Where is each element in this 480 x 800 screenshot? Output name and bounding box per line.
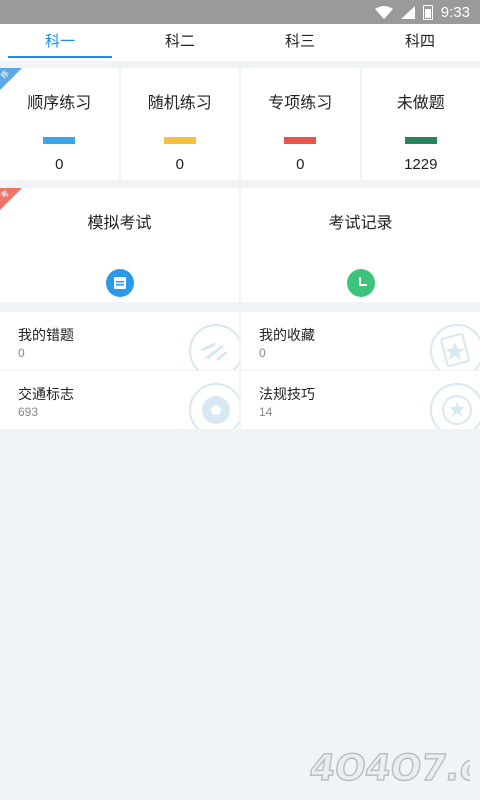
practice-count: 0: [55, 156, 64, 173]
signal-icon: [400, 5, 415, 19]
exam-records-card[interactable]: 考试记录: [241, 188, 480, 302]
grid-count: 693: [18, 405, 39, 419]
battery-icon: [422, 4, 433, 20]
practice-section: 练 顺序练习 0 随机练习 0 专项练习 0 未做题 1229: [0, 68, 480, 180]
traffic-sign-gear-icon: [189, 383, 239, 429]
grid-title: 法规技巧: [259, 387, 315, 403]
grid-title: 我的错题: [18, 328, 74, 344]
mock-exam-card[interactable]: 考 模拟考试: [0, 188, 239, 302]
tab-subject-2[interactable]: 科二: [120, 24, 240, 61]
site-watermark-logo: 4O4O7.com: [310, 745, 470, 789]
shortcut-grid: 我的错题 0 我的收藏 0 交通标志 693 法规技巧 14: [0, 312, 480, 429]
practice-color-bar: [404, 137, 437, 144]
practice-count: 0: [175, 156, 184, 173]
tab-active-indicator: [8, 56, 112, 58]
practice-count: 1229: [404, 156, 438, 173]
wrong-questions-card[interactable]: 我的错题 0: [0, 312, 239, 370]
practice-title: 未做题: [396, 93, 445, 112]
status-bar: 9:33: [0, 0, 480, 24]
regulation-tips-icon: [430, 383, 480, 429]
favorites-star-icon: [430, 324, 480, 370]
tab-subject-4[interactable]: 科四: [360, 24, 480, 61]
practice-title: 顺序练习: [27, 93, 92, 112]
grid-count: 0: [18, 346, 25, 360]
subject-tabs: 科一 科二 科三 科四: [0, 24, 480, 61]
practice-color-bar: [163, 137, 196, 144]
random-practice-card[interactable]: 随机练习 0: [120, 68, 239, 180]
practice-title: 随机练习: [147, 93, 212, 112]
grid-count: 14: [259, 405, 273, 419]
regulation-tips-card[interactable]: 法规技巧 14: [241, 371, 480, 429]
exam-section: 考 模拟考试 考试记录: [0, 188, 480, 302]
grid-title: 交通标志: [18, 387, 74, 403]
practice-color-bar: [284, 137, 317, 144]
practice-count: 0: [296, 156, 305, 173]
grid-count: 0: [259, 346, 266, 360]
practice-color-bar: [43, 137, 76, 144]
wrong-questions-icon: [189, 324, 239, 370]
tab-subject-3[interactable]: 科三: [240, 24, 360, 61]
wifi-icon: [374, 5, 393, 19]
topic-practice-card[interactable]: 专项练习 0: [241, 68, 360, 180]
traffic-signs-card[interactable]: 交通标志 693: [0, 371, 239, 429]
sequential-practice-card[interactable]: 练 顺序练习 0: [0, 68, 119, 180]
grid-title: 我的收藏: [259, 328, 315, 344]
favorites-card[interactable]: 我的收藏 0: [241, 312, 480, 370]
exam-records-title: 考试记录: [328, 213, 393, 232]
status-time: 9:33: [440, 3, 470, 21]
watermark-text: 4O4O7.com: [310, 746, 470, 789]
undone-questions-card[interactable]: 未做题 1229: [361, 68, 480, 180]
clock-icon: [346, 269, 375, 297]
exam-paper-icon: [105, 269, 134, 297]
mock-exam-title: 模拟考试: [87, 213, 152, 232]
practice-title: 专项练习: [268, 93, 333, 112]
